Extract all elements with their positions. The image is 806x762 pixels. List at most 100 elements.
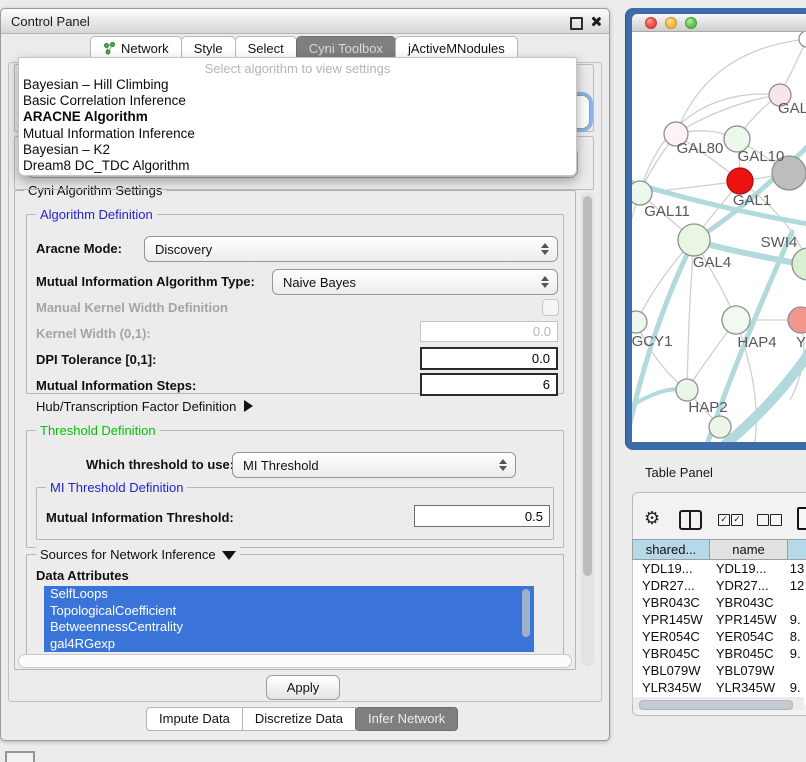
network-node-hap2[interactable] bbox=[676, 379, 698, 401]
algorithm-option-bayesian-k2[interactable]: Bayesian – K2 bbox=[19, 142, 576, 158]
tab-discretize-data[interactable]: Discretize Data bbox=[242, 707, 356, 731]
bottom-tab-bar: Impute DataDiscretize DataInfer Network bbox=[146, 707, 457, 729]
settings-scrollbar-thumb[interactable] bbox=[583, 196, 592, 576]
algorithm-option-basic-correlation-inference[interactable]: Basic Correlation Inference bbox=[19, 93, 576, 109]
table-cell: 13 bbox=[781, 560, 806, 577]
tab-cyni-toolbox[interactable]: Cyni Toolbox bbox=[296, 36, 396, 59]
table-cell: YLR345W bbox=[707, 679, 781, 696]
column-header-name[interactable]: name bbox=[710, 539, 788, 560]
table-cell: YDR27... bbox=[707, 577, 781, 594]
kernel-width-field[interactable]: 0.0 bbox=[420, 321, 558, 342]
manual-kernel-width-checkbox[interactable] bbox=[542, 299, 559, 316]
tab-style[interactable]: Style bbox=[181, 36, 236, 59]
close-window-icon[interactable] bbox=[645, 17, 657, 29]
control-panel-tab-bar: NetworkStyleSelect Cyni Toolbox jActiveMNo… bbox=[90, 35, 517, 59]
zoom-window-icon[interactable] bbox=[685, 17, 697, 29]
select-all-check-icon[interactable]: ✓ bbox=[718, 514, 730, 526]
network-node[interactable] bbox=[799, 32, 806, 47]
aracne-mode-combo[interactable]: Discovery bbox=[144, 236, 558, 262]
gear-icon[interactable]: ⚙ bbox=[644, 508, 660, 528]
apply-button[interactable]: Apply bbox=[266, 675, 340, 700]
network-node-gal4[interactable] bbox=[678, 224, 710, 256]
dpi-tolerance-field[interactable]: 0.0 bbox=[420, 347, 558, 370]
attribute-item-betweennesscentrality[interactable]: BetweennessCentrality bbox=[44, 619, 534, 636]
data-attributes-list[interactable]: SelfLoopsTopologicalCoefficientBetweenne… bbox=[44, 586, 534, 652]
table-row[interactable]: YBR045CYBR045C9. bbox=[633, 645, 806, 662]
mi-algorithm-type-combo[interactable]: Naive Bayes bbox=[272, 269, 558, 295]
mi-threshold-field[interactable]: 0.5 bbox=[414, 505, 550, 527]
network-canvas[interactable]: GALGAL80GAL10GAL1GAL11GAL4SWI4GCY1HAP4YH… bbox=[632, 32, 806, 442]
attribute-item-gal4rgexp[interactable]: gal4RGexp bbox=[44, 636, 534, 653]
network-node-gal11[interactable] bbox=[632, 181, 652, 205]
dpi-tolerance-value: 0.0 bbox=[532, 351, 550, 366]
deselect-all-check-icon[interactable] bbox=[770, 514, 782, 526]
tab-impute-data[interactable]: Impute Data bbox=[146, 707, 243, 731]
algorithm-option-aracne-algorithm[interactable]: ARACNE Algorithm bbox=[19, 109, 576, 125]
mi-threshold-value: 0.5 bbox=[525, 509, 543, 524]
table-cell: 9. bbox=[781, 679, 806, 696]
network-node-swi4[interactable] bbox=[792, 248, 806, 280]
minimize-window-icon[interactable] bbox=[665, 17, 677, 29]
tab-label: Cyni Toolbox bbox=[309, 41, 383, 56]
docked-panel-icon[interactable] bbox=[5, 751, 35, 762]
column-header-a[interactable]: A bbox=[788, 539, 806, 560]
sources-group-title[interactable]: Sources for Network Inference bbox=[36, 547, 240, 562]
which-threshold-combo[interactable]: MI Threshold bbox=[232, 452, 516, 478]
attributes-scrollbar-thumb[interactable] bbox=[522, 589, 530, 637]
settings-hscrollbar[interactable] bbox=[18, 654, 572, 668]
hub-factor-expander[interactable]: Hub/Transcription Factor Definition bbox=[36, 399, 253, 414]
table-body: YDL19...YDL19...13YDR27...YDR27...12YBR0… bbox=[632, 560, 806, 705]
network-node[interactable] bbox=[709, 416, 731, 438]
split-columns-icon[interactable] bbox=[679, 510, 702, 530]
table-hscrollbar-thumb[interactable] bbox=[639, 700, 793, 710]
attribute-item-topologicalcoefficient[interactable]: TopologicalCoefficient bbox=[44, 603, 534, 620]
node-label-swi4: SWI4 bbox=[761, 234, 798, 251]
deselect-all-check-icon[interactable] bbox=[757, 514, 769, 526]
select-all-check-icon[interactable]: ✓ bbox=[731, 514, 743, 526]
column-header-shared[interactable]: shared... bbox=[632, 539, 710, 560]
tab-network[interactable]: Network bbox=[90, 36, 182, 59]
table-cell: YER054C bbox=[707, 628, 781, 645]
table-cell: 8. bbox=[781, 628, 806, 645]
node-label-y: Y bbox=[796, 334, 806, 351]
tab-jactivemnodules[interactable]: jActiveMNodules bbox=[395, 36, 518, 59]
table-cell: YPR145W bbox=[707, 611, 781, 628]
spinner-arrows-icon bbox=[541, 243, 549, 255]
float-panel-icon[interactable] bbox=[570, 17, 583, 30]
algorithm-option-bayesian-hill-climbing[interactable]: Bayesian – Hill Climbing bbox=[19, 77, 576, 93]
apply-button-label: Apply bbox=[287, 680, 320, 695]
node-label-gal: GAL bbox=[778, 100, 806, 117]
table-header-row: shared...nameA bbox=[632, 539, 806, 560]
network-window-titlebar[interactable] bbox=[632, 14, 806, 32]
control-panel-titlebar[interactable]: Control Panel bbox=[1, 9, 609, 34]
table-cell: YDL19... bbox=[707, 560, 781, 577]
dropdown-placeholder: Select algorithm to view settings bbox=[19, 58, 576, 77]
document-icon[interactable] bbox=[797, 507, 806, 530]
algorithm-option-mutual-information-inference[interactable]: Mutual Information Inference bbox=[19, 126, 576, 142]
attribute-item-selfloops[interactable]: SelfLoops bbox=[44, 586, 534, 603]
tab-label: jActiveMNodules bbox=[408, 41, 505, 56]
algorithm-option-dream8-dc-tdc-algorithm[interactable]: Dream8 DC_TDC Algorithm bbox=[19, 158, 576, 174]
dpi-tolerance-label: DPI Tolerance [0,1]: bbox=[36, 352, 156, 367]
table-row[interactable]: YDL19...YDL19...13 bbox=[633, 560, 806, 577]
network-icon bbox=[103, 42, 116, 55]
table-row[interactable]: YBR043CYBR043C bbox=[633, 594, 806, 611]
close-panel-icon[interactable] bbox=[590, 16, 601, 27]
network-node-gcy1[interactable] bbox=[632, 311, 647, 333]
network-node-gal1[interactable] bbox=[727, 168, 753, 194]
table-row[interactable]: YER054CYER054C8. bbox=[633, 628, 806, 645]
table-row[interactable]: YBL079WYBL079W bbox=[633, 662, 806, 679]
table-row[interactable]: YLR345WYLR345W9. bbox=[633, 679, 806, 696]
network-node-hap4[interactable] bbox=[722, 306, 750, 334]
tab-select[interactable]: Select bbox=[235, 36, 297, 59]
manual-kernel-width-label: Manual Kernel Width Definition bbox=[36, 300, 228, 315]
table-row[interactable]: YPR145WYPR145W9. bbox=[633, 611, 806, 628]
mi-steps-field[interactable]: 6 bbox=[420, 373, 558, 396]
table-row[interactable]: YDR27...YDR27...12 bbox=[633, 577, 806, 594]
tab-infer-network[interactable]: Infer Network bbox=[355, 707, 458, 731]
kernel-width-value: 0.0 bbox=[533, 324, 551, 339]
table-cell bbox=[781, 662, 806, 679]
table-cell: 9. bbox=[781, 645, 806, 662]
network-edges-highlighted bbox=[632, 146, 806, 442]
network-node-y[interactable] bbox=[788, 307, 806, 333]
